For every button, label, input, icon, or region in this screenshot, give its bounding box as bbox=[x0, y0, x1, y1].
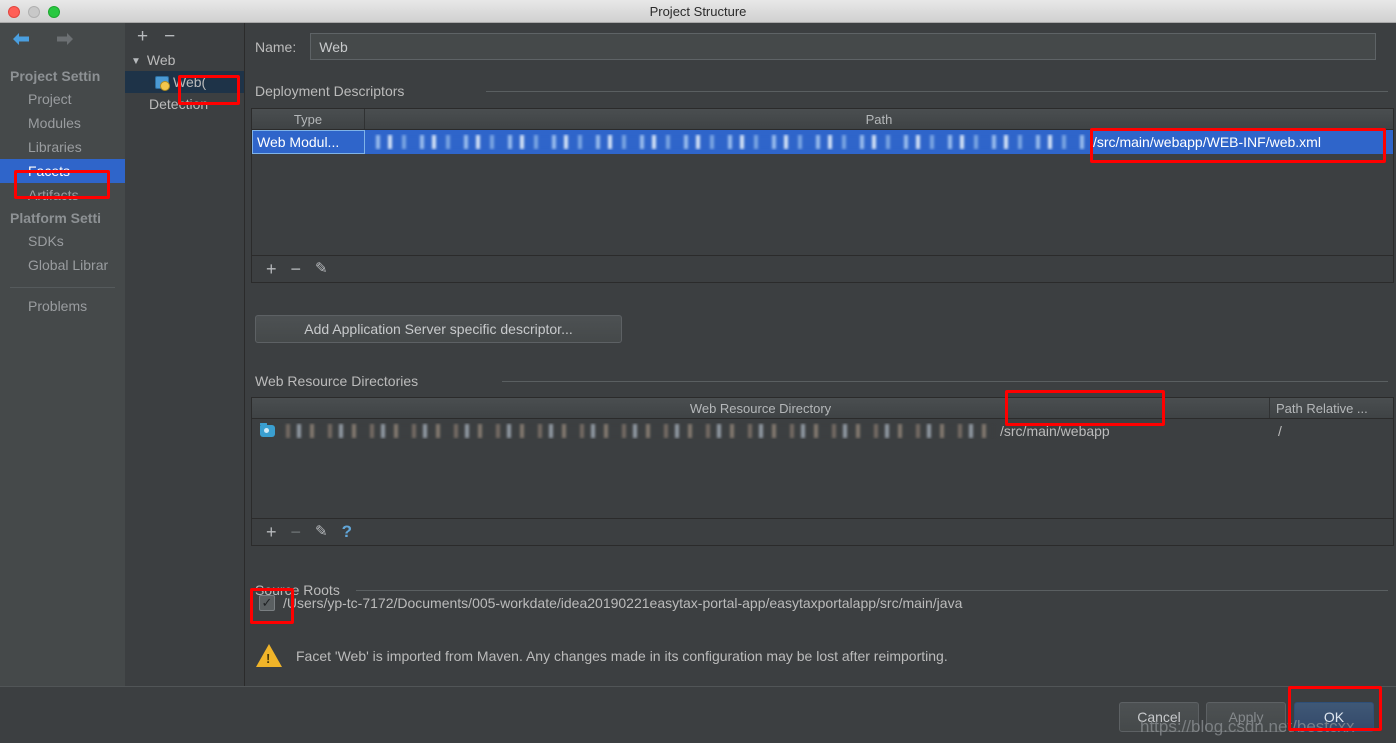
sidebar-item-modules[interactable]: Modules bbox=[0, 111, 125, 135]
window-title: Project Structure bbox=[649, 3, 747, 19]
sidebar-item-project[interactable]: Project bbox=[0, 87, 125, 111]
cell-path: /src/main/webapp/WEB-INF/web.xml bbox=[365, 134, 1393, 150]
deployment-table-toolbar: + − ✎ bbox=[251, 256, 1394, 283]
web-resource-directories-rule bbox=[502, 381, 1388, 382]
tree-node-web-root-label: Web bbox=[146, 52, 176, 68]
table-row[interactable]: /src/main/webapp / bbox=[252, 419, 1393, 443]
source-root-path: /Users/yp-tc-7172/Documents/005-workdate… bbox=[283, 595, 963, 611]
sidebar-divider bbox=[10, 287, 115, 288]
deployment-descriptors-rule bbox=[486, 91, 1388, 92]
cell-path-relative: / bbox=[1278, 423, 1282, 439]
tree-node-web-facet[interactable]: Web( bbox=[125, 71, 244, 93]
watermark: https://blog.csdn.net/bestcxx bbox=[1140, 717, 1355, 736]
tree-node-detection[interactable]: Detection bbox=[125, 93, 244, 115]
chevron-down-icon[interactable]: ▼ bbox=[131, 56, 141, 67]
sidebar-item-problems[interactable]: Problems bbox=[0, 294, 125, 318]
facet-tree-toolbar: + − bbox=[125, 23, 244, 49]
sidebar-item-global-libraries[interactable]: Global Librar bbox=[0, 253, 125, 277]
back-arrow-icon[interactable] bbox=[10, 28, 32, 50]
web-resource-table-header: Web Resource Directory Path Relative ... bbox=[252, 398, 1393, 419]
minimize-button[interactable] bbox=[28, 5, 40, 18]
edit-pencil-icon[interactable]: ✎ bbox=[315, 261, 328, 277]
deployment-descriptors-table: Type Path Web Modul... /src/main/webapp/… bbox=[251, 108, 1394, 256]
forward-arrow-icon bbox=[54, 28, 76, 50]
add-app-server-descriptor-button[interactable]: Add Application Server specific descript… bbox=[255, 315, 622, 343]
edit-pencil-icon[interactable]: ✎ bbox=[315, 524, 328, 540]
cell-type: Web Modul... bbox=[252, 130, 365, 154]
cell-path-visible-tail: /src/main/webapp/WEB-INF/web.xml bbox=[1093, 134, 1321, 150]
column-header-path-relative[interactable]: Path Relative ... bbox=[1270, 398, 1393, 418]
folder-icon bbox=[260, 423, 275, 437]
web-resource-directories-table: Web Resource Directory Path Relative ...… bbox=[251, 397, 1394, 519]
name-row: Name: bbox=[255, 33, 1377, 60]
sidebar-item-artifacts[interactable]: Artifacts bbox=[0, 183, 125, 207]
add-facet-icon[interactable]: + bbox=[137, 27, 148, 46]
sidebar-item-libraries[interactable]: Libraries bbox=[0, 135, 125, 159]
remove-facet-icon[interactable]: − bbox=[164, 27, 175, 46]
web-resource-table-toolbar: + − ✎ ? bbox=[251, 519, 1394, 546]
sidebar-group-platform-settings: Platform Setti bbox=[10, 210, 102, 226]
column-header-path[interactable]: Path bbox=[365, 109, 1393, 129]
cell-web-resource-directory: /src/main/webapp bbox=[252, 423, 1270, 439]
sidebar-group-project-settings: Project Settin bbox=[10, 68, 101, 84]
add-descriptor-icon[interactable]: + bbox=[266, 260, 277, 278]
cell-directory-visible-tail: /src/main/webapp bbox=[1000, 423, 1110, 439]
source-roots-rule bbox=[356, 590, 1388, 591]
maximize-button[interactable] bbox=[48, 5, 60, 18]
traffic-lights bbox=[8, 0, 60, 23]
facet-warning: Facet 'Web' is imported from Maven. Any … bbox=[256, 644, 948, 667]
table-row[interactable]: Web Modul... /src/main/webapp/WEB-INF/we… bbox=[252, 130, 1393, 154]
redacted-path-prefix bbox=[371, 135, 1091, 149]
sidebar-list: Project Settin Project Modules Libraries… bbox=[0, 65, 125, 318]
remove-directory-icon[interactable]: − bbox=[291, 523, 302, 541]
question-mark-icon[interactable]: ? bbox=[342, 523, 352, 540]
deployment-table-header: Type Path bbox=[252, 109, 1393, 130]
dialog-footer: Cancel Apply OK https://blog.csdn.net/be… bbox=[0, 686, 1396, 743]
sidebar-item-facets[interactable]: Facets bbox=[0, 159, 125, 183]
facet-settings-pane: Name: Deployment Descriptors Type Path W… bbox=[246, 23, 1396, 686]
warning-triangle-icon bbox=[256, 644, 282, 667]
close-button[interactable] bbox=[8, 5, 20, 18]
dialog-body: Project Settin Project Modules Libraries… bbox=[0, 23, 1396, 743]
remove-descriptor-icon[interactable]: − bbox=[291, 260, 302, 278]
web-facet-icon bbox=[155, 76, 170, 91]
window-titlebar: Project Structure bbox=[0, 0, 1396, 23]
column-header-web-resource-directory[interactable]: Web Resource Directory bbox=[252, 398, 1270, 418]
name-label: Name: bbox=[255, 38, 297, 55]
tree-node-web-facet-suffix: ( bbox=[201, 74, 207, 90]
add-directory-icon[interactable]: + bbox=[266, 523, 277, 541]
navigation-arrows bbox=[10, 28, 76, 50]
redacted-directory-prefix bbox=[281, 424, 994, 438]
source-root-row[interactable]: ✓ /Users/yp-tc-7172/Documents/005-workda… bbox=[259, 595, 962, 611]
sidebar-item-sdks[interactable]: SDKs bbox=[0, 229, 125, 253]
settings-sidebar: Project Settin Project Modules Libraries… bbox=[0, 23, 125, 731]
name-input[interactable] bbox=[310, 33, 1377, 60]
column-header-type[interactable]: Type bbox=[252, 109, 365, 129]
facet-tree-panel: + − ▼ Web Web( Detection bbox=[125, 23, 245, 686]
source-root-checkbox[interactable]: ✓ bbox=[259, 595, 275, 611]
tree-node-web-root[interactable]: ▼ Web bbox=[125, 49, 244, 71]
tree-node-web-facet-label: Web bbox=[173, 74, 202, 90]
facet-warning-text: Facet 'Web' is imported from Maven. Any … bbox=[296, 647, 948, 664]
deployment-descriptors-title: Deployment Descriptors bbox=[255, 83, 413, 99]
web-resource-directories-title: Web Resource Directories bbox=[255, 373, 427, 389]
